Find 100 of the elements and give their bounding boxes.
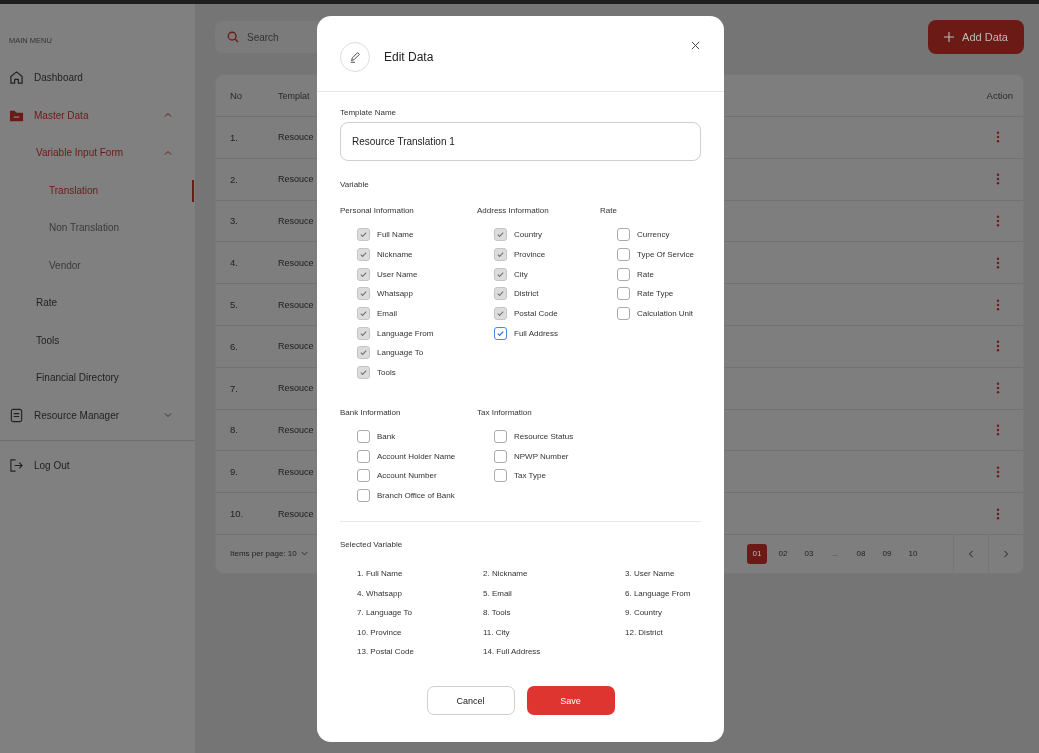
selected-variable: 13. Postal Code: [357, 646, 415, 659]
selected-variable: 14. Full Address: [483, 646, 542, 659]
nav-item[interactable]: Dashboard: [0, 59, 195, 97]
checkbox-option[interactable]: Resource Status: [494, 426, 574, 447]
more-icon[interactable]: [996, 465, 1000, 478]
checkbox[interactable]: [357, 469, 370, 483]
selected-variable: 4. Whatsapp: [357, 587, 403, 600]
page-number[interactable]: 01: [747, 543, 767, 564]
checkbox-option[interactable]: Branch Office of Bank: [357, 485, 455, 506]
checkbox[interactable]: [494, 449, 507, 463]
checkbox-option[interactable]: Rate Type: [617, 284, 674, 304]
checkbox-option[interactable]: Account Number: [357, 465, 437, 486]
more-icon[interactable]: [996, 173, 1000, 186]
page-number[interactable]: 02: [773, 543, 793, 564]
selected-variable: 10. Province: [357, 626, 403, 639]
table-cell-text: 5.: [229, 299, 239, 311]
table-cell-text: 7.: [229, 382, 239, 394]
nav-item[interactable]: Resource Manager: [0, 396, 195, 434]
add-data-button[interactable]: Add Data: [928, 20, 1024, 54]
checkbox-option[interactable]: Rate: [617, 264, 654, 285]
checkbox-option[interactable]: Tax Type: [494, 465, 546, 486]
checkbox[interactable]: [617, 287, 630, 301]
group-title: Address Information: [477, 206, 550, 215]
checkbox[interactable]: [617, 307, 630, 321]
section-label: Selected Variable: [340, 540, 404, 550]
checkbox-option[interactable]: Calculation Unit: [617, 303, 694, 324]
selected-variable: 6. Language From: [625, 587, 692, 600]
table-cell-text: Resouce: [278, 299, 315, 310]
checkbox[interactable]: [617, 248, 630, 262]
table-cell-text: 8.: [229, 424, 239, 436]
column-header: Templat: [278, 90, 311, 101]
table-cell-text: Resouce: [278, 508, 315, 519]
logout-icon: [9, 458, 24, 474]
selected-variable: 11. City: [483, 626, 511, 639]
checkbox-option[interactable]: Account Holder Name: [357, 446, 456, 466]
close-icon[interactable]: [691, 41, 700, 50]
checkbox[interactable]: [494, 469, 507, 483]
table-cell-text: Resouce: [278, 383, 315, 394]
checkbox-option[interactable]: Full Address: [494, 323, 559, 344]
checkbox-option[interactable]: Type Of Service: [617, 244, 694, 265]
selected-variable: 9. Country: [625, 607, 663, 620]
nav-item[interactable]: Rate: [0, 284, 195, 322]
page-number[interactable]: 08: [851, 543, 871, 564]
checkbox[interactable]: [617, 267, 630, 281]
column-header: No: [229, 90, 244, 101]
table-cell-text: Resouce: [278, 132, 315, 143]
table-cell-text: 4.: [229, 257, 239, 269]
logout-item[interactable]: Log Out: [0, 447, 195, 485]
table-cell-text: 2.: [229, 173, 239, 185]
document-icon: [9, 407, 24, 423]
selected-variable: 3. User Name: [625, 568, 676, 581]
table-cell-text: Resouce: [278, 424, 315, 435]
selected-variable: 1. Full Name: [357, 568, 404, 581]
items-per-page[interactable]: Items per page: 10: [230, 549, 297, 559]
group-title: Tax Information: [477, 407, 533, 417]
more-icon[interactable]: [996, 507, 1000, 520]
home-icon: [9, 70, 24, 86]
table-cell-text: Resouce: [278, 341, 315, 352]
field-label: Template Name: [340, 108, 398, 117]
page-number[interactable]: 03: [799, 543, 819, 564]
page-number[interactable]: 09: [877, 543, 897, 564]
selected-variable: 5. Email: [483, 587, 513, 600]
checkbox-option[interactable]: NPWP Number: [494, 446, 569, 466]
table-cell-text: Resouce: [278, 216, 315, 226]
table-cell-text: 10.: [229, 508, 245, 520]
selected-variable: 8. Tools: [483, 607, 512, 620]
table-cell-text: 9.: [229, 466, 239, 478]
checkbox[interactable]: [617, 228, 630, 242]
checkbox-option[interactable]: Currency: [617, 225, 670, 245]
more-icon[interactable]: [996, 423, 1000, 436]
checkbox[interactable]: [494, 326, 507, 340]
more-icon[interactable]: [996, 340, 1000, 353]
template-name-field[interactable]: Resource Translation 1: [340, 122, 701, 161]
checkbox-option[interactable]: Bank: [357, 426, 396, 447]
checkbox[interactable]: [357, 449, 370, 463]
more-icon[interactable]: [996, 215, 1000, 227]
more-icon[interactable]: [996, 382, 1000, 395]
selected-variable: 12. District: [625, 626, 664, 639]
table-cell-text: Resouce: [278, 257, 315, 268]
column-header: Action: [986, 90, 1013, 101]
more-icon[interactable]: [996, 298, 1000, 311]
page-number[interactable]: ..: [825, 543, 845, 564]
checkbox[interactable]: [357, 429, 370, 443]
selected-variable: 7. Language To: [357, 607, 413, 620]
table-cell-text: 6.: [229, 340, 239, 352]
table-cell-text: 3.: [229, 215, 239, 227]
more-icon[interactable]: [996, 256, 1000, 269]
table-cell-text: Resouce: [278, 466, 315, 477]
cancel-button[interactable]: Cancel: [426, 686, 515, 716]
checkbox[interactable]: [357, 488, 370, 502]
save-button[interactable]: Save: [526, 686, 615, 716]
nav-item[interactable]: Tools: [0, 321, 195, 359]
checkbox[interactable]: [494, 429, 507, 443]
group-title: Rate: [600, 206, 618, 215]
search-icon: [227, 31, 239, 43]
table-cell-text: Resouce: [278, 174, 315, 185]
dialog-title: Edit Data: [384, 49, 434, 64]
nav-item[interactable]: Financial Directory: [0, 359, 195, 397]
more-icon[interactable]: [996, 131, 1000, 144]
page-number[interactable]: 10: [903, 543, 923, 564]
